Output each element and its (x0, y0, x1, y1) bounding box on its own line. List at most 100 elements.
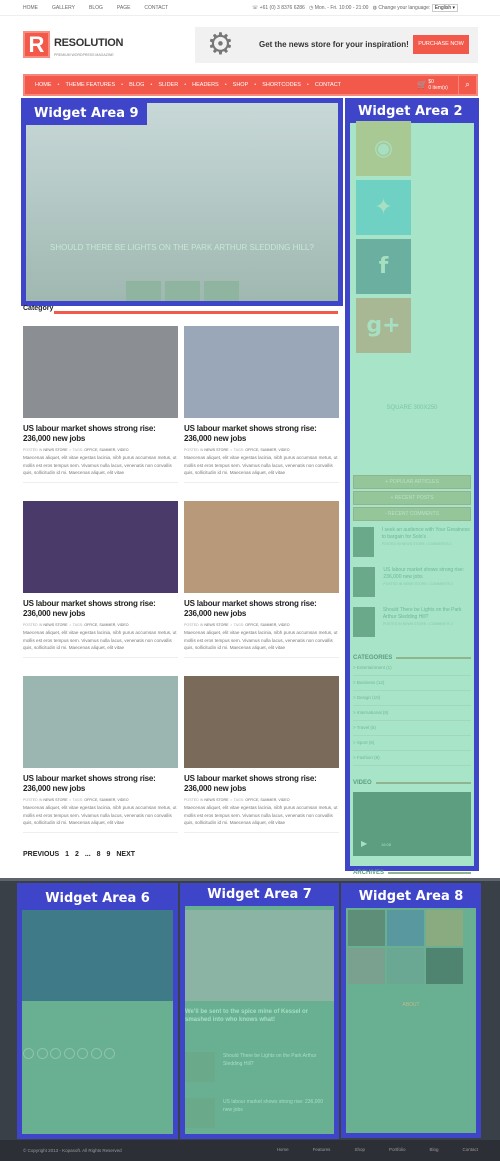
post-category[interactable]: NEWS STORE (43, 798, 67, 802)
category-link[interactable]: > Business (12) (353, 676, 471, 691)
post-category[interactable]: NEWS STORE (204, 623, 228, 627)
gallery-photo[interactable] (387, 948, 424, 984)
rss-icon[interactable] (23, 1048, 34, 1059)
google-plus-icon[interactable] (63, 1048, 75, 1059)
twitter-icon[interactable]: ✦ (356, 180, 411, 235)
nav-separator: • (224, 82, 227, 88)
footer-link-shop[interactable]: Shop (354, 1147, 365, 1152)
top-link-blog[interactable]: BLOG (89, 5, 103, 11)
category-link[interactable]: > Sport (6) (353, 736, 471, 751)
category-link[interactable]: > Travel (5) (353, 721, 471, 736)
facebook-icon[interactable]: f (356, 239, 411, 294)
footer-email-text: mail@yourjobs.com (353, 1107, 389, 1112)
recent-item[interactable]: I seek an audience with Your Greatness t… (353, 527, 471, 561)
post-category[interactable]: NEWS STORE (43, 623, 67, 627)
footer-small-post[interactable]: Should There be Lights on the Park Arthu… (185, 1052, 333, 1082)
post-image[interactable] (23, 676, 178, 768)
post-category[interactable]: NEWS STORE (204, 448, 228, 452)
nav-item-shortcodes[interactable]: SHORTCODES (262, 82, 301, 88)
purchase-button[interactable]: PURCHASE NOW (413, 35, 469, 54)
play-icon[interactable]: ▶ (361, 839, 367, 848)
footer-small-post[interactable]: US labour market shows strong rise: 236,… (185, 1098, 333, 1128)
facebook-icon[interactable] (50, 1048, 61, 1059)
category-heading: Category (23, 305, 54, 312)
page-link[interactable]: 9 (107, 851, 111, 858)
page-link[interactable]: 1 (65, 851, 69, 858)
footer-link-home[interactable]: Home (277, 1147, 289, 1152)
recent-item[interactable]: Should There be Lights on the Park Arthu… (353, 607, 471, 641)
search-icon[interactable]: ⌕ (458, 76, 476, 94)
post-title[interactable]: US labour market shows strong rise: 236,… (184, 599, 339, 619)
post-tags[interactable]: OFFICE, SUMMER, VIDEO (245, 798, 289, 802)
nav-item-home[interactable]: HOME (35, 82, 52, 88)
top-link-gallery[interactable]: GALLERY (52, 5, 75, 11)
footer-link-features[interactable]: Features (313, 1147, 331, 1152)
post-image[interactable] (23, 501, 178, 593)
gallery-photo[interactable] (426, 948, 463, 984)
gallery-photo[interactable] (426, 910, 463, 946)
footer-email[interactable]: ✉ mail@yourjobs.com (348, 1106, 389, 1114)
post-title[interactable]: US labour market shows strong rise: 236,… (184, 774, 339, 794)
post-tags[interactable]: OFFICE, SUMMER, VIDEO (84, 798, 128, 802)
footer-link-contact[interactable]: Contact (462, 1147, 478, 1152)
post-image[interactable] (184, 676, 339, 768)
linkedin-icon[interactable] (90, 1048, 102, 1059)
banner[interactable]: ⚙ Get the news store for your inspiratio… (195, 27, 478, 63)
slider-thumb[interactable] (126, 281, 161, 301)
top-link-page[interactable]: PAGE (117, 5, 131, 11)
nav-item-contact[interactable]: CONTACT (315, 82, 341, 88)
nav-item-slider[interactable]: SLIDER (158, 82, 178, 88)
post-image[interactable] (184, 326, 339, 418)
slider-thumb[interactable] (204, 281, 239, 301)
top-link-contact[interactable]: CONTACT (144, 5, 168, 11)
skype-icon[interactable] (104, 1048, 115, 1059)
gallery-photo[interactable] (348, 948, 385, 984)
category-link[interactable]: > Fashion (8) (353, 751, 471, 766)
category-link[interactable]: > Entertainment (1) (353, 661, 471, 676)
nav-item-blog[interactable]: BLOG (129, 82, 144, 88)
post-tags[interactable]: OFFICE, SUMMER, VIDEO (245, 623, 289, 627)
footer-link-portfolio[interactable]: Portfolio (389, 1147, 406, 1152)
twitter-icon[interactable] (36, 1048, 48, 1059)
category-link[interactable]: > International (9) (353, 706, 471, 721)
logo[interactable]: R (23, 31, 50, 58)
footer-link-blog[interactable]: Blog (429, 1147, 438, 1152)
post-category[interactable]: NEWS STORE (43, 448, 67, 452)
post-tags[interactable]: OFFICE, SUMMER, VIDEO (84, 623, 128, 627)
nav-item-headers[interactable]: HEADERS (192, 82, 219, 88)
gallery-photo[interactable] (387, 910, 424, 946)
slider-thumb[interactable] (165, 281, 200, 301)
post-tags[interactable]: OFFICE, SUMMER, VIDEO (245, 448, 289, 452)
slider-caption[interactable]: SHOULD THERE BE LIGHTS ON THE PARK ARTHU… (26, 243, 338, 252)
page-link[interactable]: NEXT (116, 851, 135, 858)
post-title[interactable]: US labour market shows strong rise: 236,… (23, 599, 178, 619)
post-image[interactable] (184, 501, 339, 593)
tab-popular-articles[interactable]: + POPULAR ARTICLES (353, 475, 471, 489)
post-tags[interactable]: OFFICE, SUMMER, VIDEO (84, 448, 128, 452)
footer-links: Home Features Shop Portfolio Blog Contact (253, 1147, 478, 1152)
tab-recent-comments[interactable]: - RECENT COMMENTS (353, 507, 471, 521)
ad-square[interactable]: SQUARE 300X250 (353, 405, 471, 411)
dribbble-icon[interactable] (77, 1048, 88, 1059)
post-category[interactable]: NEWS STORE (204, 798, 228, 802)
page-link[interactable]: 2 (75, 851, 79, 858)
post-title[interactable]: US labour market shows strong rise: 236,… (184, 424, 339, 444)
nav-item-shop[interactable]: SHOP (233, 82, 249, 88)
tab-recent-posts[interactable]: + RECENT POSTS (353, 491, 471, 505)
top-link-home[interactable]: HOME (23, 5, 38, 11)
gallery-photo[interactable] (348, 910, 385, 946)
nav-item-theme-features[interactable]: THEME FEATURES (65, 82, 115, 88)
post-image[interactable] (23, 326, 178, 418)
post-title[interactable]: US labour market shows strong rise: 236,… (23, 774, 178, 794)
cart[interactable]: 🛒 $0 0 item(s) (417, 79, 448, 91)
rss-icon[interactable]: ◉ (356, 121, 411, 176)
video-player[interactable]: ▶ 16:08 (353, 792, 471, 856)
page-link[interactable]: 8 (97, 851, 101, 858)
post-title[interactable]: US labour market shows strong rise: 236,… (23, 424, 178, 444)
language-select[interactable]: English ▾ (431, 4, 459, 12)
page-link[interactable]: PREVIOUS (23, 851, 59, 858)
recent-item[interactable]: US labour market shows strong rise: 236,… (353, 567, 471, 601)
footer-featured-title[interactable]: We'll be sent to the spice mine of Kesse… (185, 1008, 334, 1024)
category-link[interactable]: > Design (10) (353, 691, 471, 706)
google-plus-icon[interactable]: g+ (356, 298, 411, 353)
